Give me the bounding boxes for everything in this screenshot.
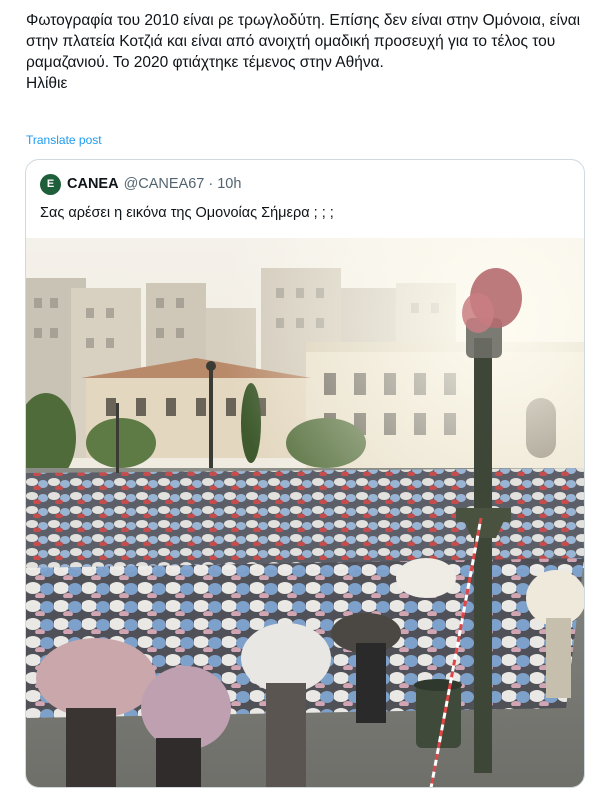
quoted-author-handle[interactable]: @CANEA67 bbox=[124, 176, 205, 192]
tweet-text: Φωτογραφία του 2010 είναι ρε τρωγλοδύτη.… bbox=[26, 10, 596, 94]
tweet-paragraph: Ηλίθιε bbox=[26, 75, 68, 92]
quoted-tweet-card[interactable]: E CANEA @CANEA67 · 10h Σας αρέσει η εικό… bbox=[25, 159, 585, 788]
quoted-author-name[interactable]: CANEA bbox=[67, 176, 119, 192]
tweet-paragraph: Φωτογραφία του 2010 είναι ρε τρωγλοδύτη.… bbox=[26, 12, 581, 71]
photo-crowd-praying-in-square bbox=[26, 238, 584, 787]
quoted-timestamp[interactable]: 10h bbox=[217, 176, 241, 192]
quoted-tweet-photo[interactable] bbox=[26, 238, 584, 787]
separator-dot: · bbox=[208, 176, 214, 192]
translate-post-link[interactable]: Translate post bbox=[26, 133, 102, 147]
quoted-tweet-text: Σας αρέσει η εικόνα της Ομονοίας Σήμερα … bbox=[40, 205, 334, 221]
quoted-tweet-header: E CANEA @CANEA67 · 10h bbox=[40, 173, 241, 195]
avatar[interactable]: E bbox=[40, 173, 61, 195]
